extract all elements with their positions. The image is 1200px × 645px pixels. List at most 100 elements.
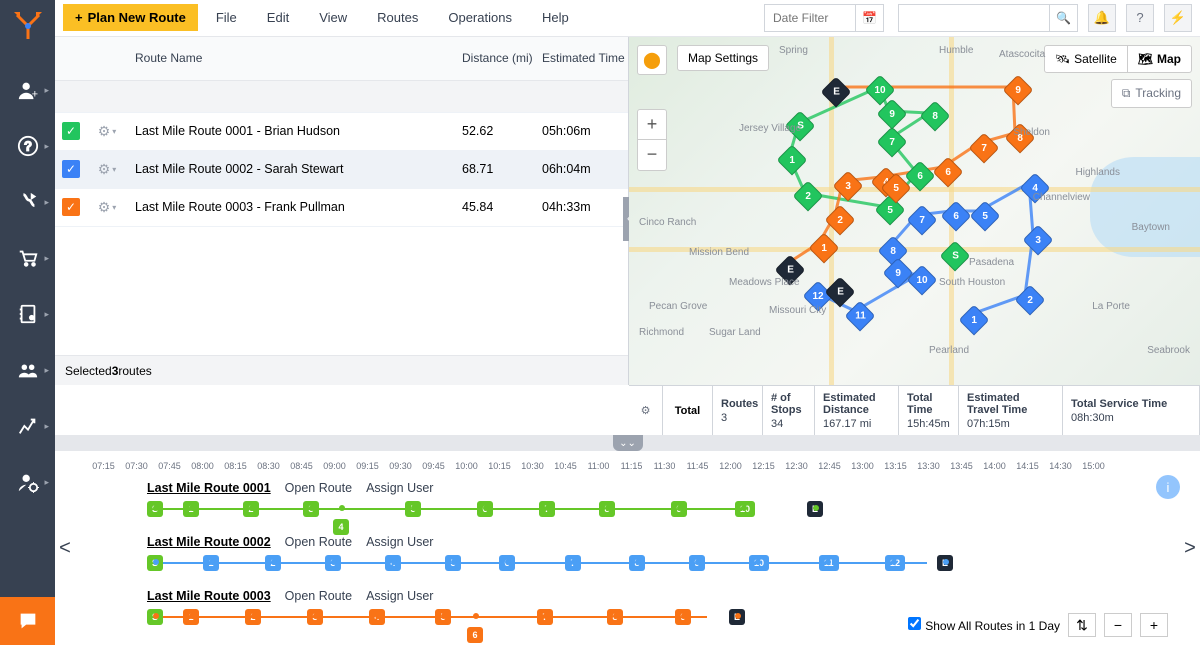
- menu-help[interactable]: Help: [530, 4, 581, 31]
- timeline-zoom-in-button[interactable]: +: [1140, 613, 1168, 637]
- timeline-route: Last Mile Route 0001 Open Route Assign Use…: [87, 481, 1168, 529]
- sidebar-chat-icon[interactable]: [0, 597, 55, 645]
- plus-icon: +: [75, 10, 83, 25]
- timeline-route-name[interactable]: Last Mile Route 0003: [147, 589, 271, 603]
- route-checkbox[interactable]: ✓: [62, 160, 80, 178]
- summary-value: 34: [771, 418, 806, 430]
- menu-view[interactable]: View: [307, 4, 359, 31]
- place-label: Seabrook: [1147, 345, 1190, 356]
- table-row[interactable]: ✓ ⚙▾ Last Mile Route 0001 - Brian Hudson…: [55, 113, 628, 151]
- assign-user-link[interactable]: Assign User: [366, 589, 433, 603]
- summary-total-label: Total: [663, 386, 713, 435]
- timeline-next-button[interactable]: >: [1180, 451, 1200, 645]
- bell-icon[interactable]: 🔔: [1088, 4, 1116, 32]
- table-row[interactable]: ✓ ⚙▾ Last Mile Route 0002 - Sarah Stewar…: [55, 151, 628, 189]
- open-route-link[interactable]: Open Route: [285, 535, 352, 549]
- route-time: 04h:33m: [542, 200, 628, 214]
- search-icon[interactable]: 🔍: [1049, 4, 1077, 32]
- show-all-checkbox[interactable]: Show All Routes in 1 Day: [908, 617, 1060, 633]
- timeline-track: S123456789101112E: [147, 553, 1168, 583]
- place-label: Richmond: [639, 327, 684, 338]
- place-label: Mission Bend: [689, 247, 749, 258]
- route-name: Last Mile Route 0003 - Frank Pullman: [127, 200, 462, 214]
- timeline-tick: 13:30: [912, 461, 945, 471]
- sidebar-cart-icon[interactable]: ▸: [0, 230, 55, 286]
- place-label: Pasadena: [969, 257, 1014, 268]
- search-box[interactable]: 🔍: [898, 4, 1078, 32]
- timeline-route-name[interactable]: Last Mile Route 0002: [147, 535, 271, 549]
- timeline-stop[interactable]: 6: [467, 627, 483, 643]
- timeline-tick: 10:00: [450, 461, 483, 471]
- table-row[interactable]: ✓ ⚙▾ Last Mile Route 0003 - Frank Pullma…: [55, 189, 628, 227]
- timeline-tick: 10:45: [549, 461, 582, 471]
- th-time[interactable]: Estimated Time: [542, 51, 628, 65]
- timeline-tick: 12:00: [714, 461, 747, 471]
- menu-operations[interactable]: Operations: [436, 4, 524, 31]
- place-label: La Porte: [1092, 301, 1130, 312]
- timeline-tick: 14:00: [978, 461, 1011, 471]
- timeline-route-name[interactable]: Last Mile Route 0001: [147, 481, 271, 495]
- summary-value: 07h:15m: [967, 418, 1054, 430]
- date-filter[interactable]: 📅: [764, 4, 884, 32]
- route-checkbox[interactable]: ✓: [62, 198, 80, 216]
- route-time: 06h:04m: [542, 162, 628, 176]
- timeline-tick: 11:30: [648, 461, 681, 471]
- place-label: Highlands: [1076, 167, 1120, 178]
- timeline-tick: 14:30: [1044, 461, 1077, 471]
- timeline-fit-button[interactable]: ⇅: [1068, 613, 1096, 637]
- sidebar-routes-icon[interactable]: ▸: [0, 174, 55, 230]
- th-route-name[interactable]: Route Name: [127, 51, 462, 65]
- timeline-tick: 07:15: [87, 461, 120, 471]
- summary-header: Routes: [721, 398, 754, 410]
- th-distance[interactable]: Distance (mi): [462, 51, 542, 65]
- sidebar-team-icon[interactable]: ▸: [0, 342, 55, 398]
- summary-gear-icon[interactable]: ⚙: [629, 386, 663, 435]
- timeline-zoom-out-button[interactable]: −: [1104, 613, 1132, 637]
- assign-user-link[interactable]: Assign User: [366, 535, 433, 549]
- timeline-tick: 12:15: [747, 461, 780, 471]
- calendar-icon[interactable]: 📅: [855, 4, 883, 32]
- place-label: Missouri City: [769, 305, 826, 316]
- route-name: Last Mile Route 0001 - Brian Hudson: [127, 124, 462, 138]
- search-input[interactable]: [899, 11, 1049, 25]
- open-route-link[interactable]: Open Route: [285, 589, 352, 603]
- svg-text:?: ?: [24, 139, 31, 154]
- assign-user-link[interactable]: Assign User: [366, 481, 433, 495]
- timeline-tick: 08:15: [219, 461, 252, 471]
- timeline-tick: 14:15: [1011, 461, 1044, 471]
- timeline-tick: 11:45: [681, 461, 714, 471]
- menu-routes[interactable]: Routes: [365, 4, 430, 31]
- route-checkbox[interactable]: ✓: [62, 122, 80, 140]
- open-route-link[interactable]: Open Route: [285, 481, 352, 495]
- menu-edit[interactable]: Edit: [255, 4, 301, 31]
- plan-new-route-button[interactable]: +Plan New Route: [63, 4, 198, 31]
- help-icon[interactable]: ?: [1126, 4, 1154, 32]
- sidebar-add-user-icon[interactable]: +▸: [0, 62, 55, 118]
- logo: [10, 8, 46, 44]
- place-label: Pearland: [929, 345, 969, 356]
- sidebar-addressbook-icon[interactable]: ▸: [0, 286, 55, 342]
- row-gear-icon[interactable]: ⚙▾: [87, 123, 127, 140]
- timeline-ruler: 07:1507:3007:4508:0008:1508:3008:4509:00…: [87, 457, 1168, 475]
- timeline-tick: 12:30: [780, 461, 813, 471]
- timeline-stop[interactable]: 4: [333, 519, 349, 535]
- sidebar-help-icon[interactable]: ?▸: [0, 118, 55, 174]
- sidebar-user-settings-icon[interactable]: ▸: [0, 454, 55, 510]
- date-filter-input[interactable]: [765, 11, 855, 25]
- place-label: Spring: [779, 45, 808, 56]
- bolt-icon[interactable]: ⚡: [1164, 4, 1192, 32]
- timeline-tick: 10:30: [516, 461, 549, 471]
- summary-value: 15h:45m: [907, 418, 950, 430]
- toolbar: +Plan New Route File Edit View Routes Op…: [55, 0, 1200, 37]
- collapse-handle-down[interactable]: ⌄⌄: [613, 435, 643, 451]
- table-header: Route Name Distance (mi) Estimated Time: [55, 37, 628, 81]
- timeline-prev-button[interactable]: <: [55, 451, 75, 645]
- place-label: Jersey Village: [739, 123, 801, 134]
- row-gear-icon[interactable]: ⚙▾: [87, 199, 127, 216]
- menu-file[interactable]: File: [204, 4, 249, 31]
- sidebar-analytics-icon[interactable]: ▸: [0, 398, 55, 454]
- map-panel[interactable]: ⬤ Map Settings + − 🛰Satellite 🗺Map ⧉Trac…: [629, 37, 1200, 385]
- info-bubble-icon[interactable]: i: [1156, 475, 1180, 499]
- row-gear-icon[interactable]: ⚙▾: [87, 161, 127, 178]
- place-label: Meadows Place: [729, 277, 800, 288]
